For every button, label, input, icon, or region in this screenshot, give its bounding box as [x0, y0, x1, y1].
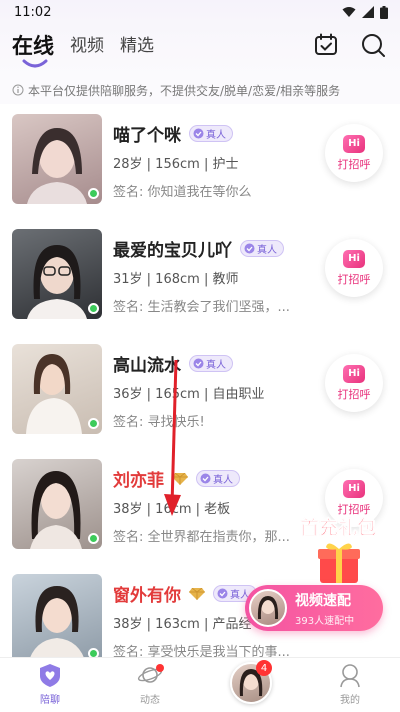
- real-badge-label: 真人: [206, 360, 226, 371]
- say-hi-button[interactable]: Hi 打招呼: [325, 124, 383, 182]
- tab-featured[interactable]: 精选: [120, 32, 154, 60]
- tabbar-label: 我的: [340, 695, 360, 706]
- disclaimer-notice: 本平台仅提供陪聊服务，不提供交友/脱单/恋爱/相亲等服务: [0, 76, 400, 104]
- user-signature: 签名: 全世界都在指责你，那...: [113, 530, 290, 545]
- user-signature: 签名: 生活教会了我们坚强，...: [113, 300, 290, 315]
- tabbar-label: 动态: [140, 695, 160, 706]
- tabbar-item-profile[interactable]: 我的: [300, 658, 400, 712]
- tab-online-label: 在线: [12, 34, 54, 58]
- hi-icon: Hi: [343, 364, 365, 383]
- hi-icon: Hi: [343, 249, 365, 268]
- user-name: 刘亦菲: [113, 471, 164, 491]
- tab-underline-icon: [22, 59, 48, 68]
- online-status-dot: [88, 533, 99, 544]
- verified-icon: [217, 588, 228, 599]
- real-person-badge: 真人: [196, 470, 240, 487]
- top-tabs: 在线 视频 精选: [12, 32, 154, 68]
- list-item[interactable]: 喵了个咪 真人 28岁 | 156cm | 护士 签名: 你知道我在等你么 Hi…: [0, 104, 400, 219]
- hi-icon: Hi: [343, 134, 365, 153]
- verified-icon: [200, 473, 211, 484]
- user-info: 28岁 | 156cm | 护士: [113, 157, 239, 172]
- wifi-icon: [342, 7, 356, 17]
- battery-icon: [380, 5, 388, 19]
- say-hi-label: 打招呼: [337, 387, 371, 401]
- online-status-dot: [88, 418, 99, 429]
- real-badge-label: 真人: [213, 475, 233, 486]
- search-icon[interactable]: [360, 32, 386, 58]
- real-person-badge: 真人: [189, 125, 233, 142]
- real-person-badge: 真人: [189, 355, 233, 372]
- say-hi-label: 打招呼: [337, 157, 371, 171]
- list-item[interactable]: 高山流水 真人 36岁 | 165cm | 自由职业 签名: 寻找快乐! Hi …: [0, 334, 400, 449]
- verified-icon: [244, 243, 255, 254]
- tab-online[interactable]: 在线: [12, 32, 54, 68]
- message-count-badge: 4: [256, 660, 272, 676]
- say-hi-button[interactable]: Hi 打招呼: [325, 354, 383, 412]
- bottom-tabbar: 陪聊 动态 我的: [0, 657, 400, 712]
- say-hi-button[interactable]: Hi 打招呼: [325, 239, 383, 297]
- real-badge-label: 真人: [257, 245, 277, 256]
- online-status-dot: [88, 303, 99, 314]
- list-item[interactable]: 最爱的宝贝儿吖 真人 31岁 | 168cm | 教师 签名: 生活教会了我们坚…: [0, 219, 400, 334]
- user-name: 最爱的宝贝儿吖: [113, 241, 232, 261]
- tabbar-item-moments[interactable]: 动态: [100, 658, 200, 712]
- verified-icon: [193, 128, 204, 139]
- scroll-down-arrow-icon: [164, 359, 181, 516]
- status-time: 11:02: [14, 4, 52, 20]
- notice-text: 本平台仅提供陪聊服务，不提供交友/脱单/恋爱/相亲等服务: [28, 83, 341, 98]
- tabbar-item-chat[interactable]: 陪聊: [0, 658, 100, 712]
- user-info: 38岁 | 163cm | 产品经: [113, 617, 252, 632]
- user-name: 窗外有你: [113, 586, 181, 606]
- tab-video[interactable]: 视频: [70, 32, 104, 60]
- heart-shield-icon: [40, 664, 60, 687]
- gift-title: 首充礼包: [299, 517, 377, 540]
- calendar-check-icon[interactable]: [313, 32, 339, 58]
- online-status-dot: [88, 188, 99, 199]
- vip-diamond-icon: [189, 587, 205, 600]
- info-icon: [12, 84, 24, 96]
- video-match-button[interactable]: 视频速配 393人速配中: [245, 585, 383, 631]
- status-bar: 11:02: [0, 0, 400, 24]
- hi-icon: Hi: [343, 479, 365, 498]
- signal-icon: [362, 6, 374, 18]
- header: 在线 视频 精选: [0, 24, 400, 76]
- user-signature: 签名: 你知道我在等你么: [113, 185, 252, 200]
- notification-dot: [156, 664, 164, 672]
- user-name: 喵了个咪: [113, 126, 181, 146]
- user-info: 31岁 | 168cm | 教师: [113, 272, 239, 287]
- person-icon: [340, 664, 360, 688]
- first-recharge-gift-banner[interactable]: 首充礼包: [294, 513, 382, 587]
- tabbar-label: 陪聊: [40, 695, 60, 706]
- match-subtitle: 393人速配中: [295, 615, 355, 627]
- real-badge-label: 真人: [206, 130, 226, 141]
- match-avatar: [249, 589, 287, 627]
- user-signature: 签名: 寻找快乐!: [113, 415, 205, 430]
- match-title: 视频速配: [295, 592, 351, 609]
- say-hi-label: 打招呼: [337, 272, 371, 286]
- real-person-badge: 真人: [240, 240, 284, 257]
- status-icons: [342, 5, 388, 19]
- gift-box-icon: [318, 543, 360, 583]
- verified-icon: [193, 358, 204, 369]
